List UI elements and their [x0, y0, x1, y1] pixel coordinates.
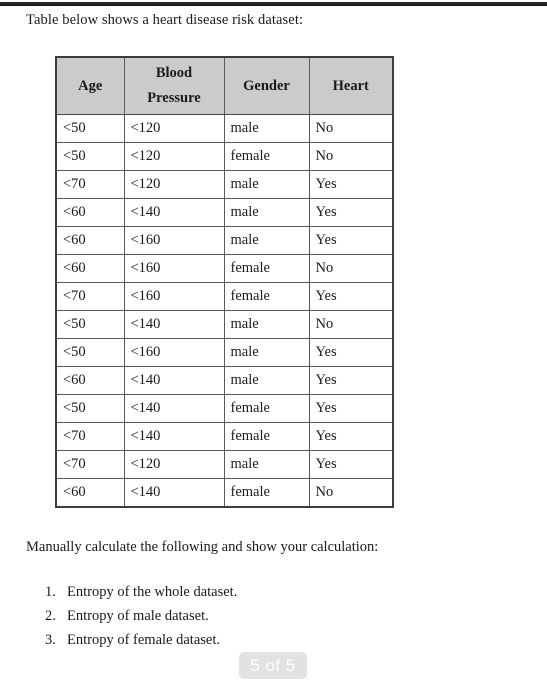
page-indicator: 5 of 5 — [239, 652, 307, 679]
cell-heart: No — [308, 114, 394, 143]
cell-heart: Yes — [308, 422, 394, 451]
cell-blood-pressure: <160 — [123, 226, 225, 255]
column-header-gender-line1: Gender — [243, 77, 290, 94]
cell-gender: female — [223, 142, 310, 171]
intro-paragraph: Table below shows a heart disease risk d… — [26, 12, 304, 28]
cell-age: <50 — [55, 310, 125, 339]
table-row: <50 <160 male Yes — [55, 338, 394, 367]
list-item: 2. Entropy of male dataset. — [26, 604, 237, 628]
cell-gender: female — [223, 254, 310, 283]
table-row: <50 <140 male No — [55, 310, 394, 339]
cell-age: <70 — [55, 170, 125, 199]
cell-gender: male — [223, 338, 310, 367]
cell-heart: Yes — [308, 366, 394, 395]
column-header-heart-line1: Heart — [332, 77, 369, 94]
cell-blood-pressure: <140 — [123, 366, 225, 395]
cell-heart: Yes — [308, 394, 394, 423]
cell-gender: female — [223, 478, 310, 508]
cell-heart: No — [308, 254, 394, 283]
table-row: <70 <120 male Yes — [55, 170, 394, 199]
cell-gender: male — [223, 366, 310, 395]
cell-age: <50 — [55, 142, 125, 171]
cell-heart: Yes — [308, 282, 394, 311]
cell-blood-pressure: <140 — [123, 198, 225, 227]
column-header-age: Age — [55, 56, 125, 115]
cell-gender: male — [223, 114, 310, 143]
column-header-heart: Heart — [308, 56, 394, 115]
cell-blood-pressure: <160 — [123, 338, 225, 367]
table-header-row: Age Blood Pressure Gender Heart — [55, 56, 394, 115]
question-list: 1. Entropy of the whole dataset. 2. Entr… — [26, 580, 237, 652]
list-item-number: 1. — [45, 584, 56, 600]
table-header: Age Blood Pressure Gender Heart — [55, 56, 394, 115]
cell-age: <60 — [55, 254, 125, 283]
cell-gender: male — [223, 170, 310, 199]
cell-blood-pressure: <140 — [123, 478, 225, 508]
cell-heart: Yes — [308, 338, 394, 367]
table-row: <70 <160 female Yes — [55, 282, 394, 311]
cell-gender: female — [223, 282, 310, 311]
cell-age: <60 — [55, 198, 125, 227]
instruction-paragraph: Manually calculate the following and sho… — [26, 539, 379, 555]
column-header-blood-pressure: Blood Pressure — [123, 56, 225, 115]
cell-gender: male — [223, 226, 310, 255]
cell-heart: No — [308, 310, 394, 339]
cell-gender: male — [223, 198, 310, 227]
table-row: <60 <160 female No — [55, 254, 394, 283]
cell-gender: male — [223, 310, 310, 339]
cell-gender: female — [223, 394, 310, 423]
table-row: <70 <140 female Yes — [55, 422, 394, 451]
cell-heart: No — [308, 478, 394, 508]
cell-heart: Yes — [308, 170, 394, 199]
cell-age: <60 — [55, 226, 125, 255]
cell-age: <70 — [55, 450, 125, 479]
cell-heart: Yes — [308, 450, 394, 479]
heart-disease-dataset-table: Age Blood Pressure Gender Heart <50 <120… — [55, 56, 394, 508]
cell-age: <50 — [55, 394, 125, 423]
table-body: <50 <120 male No <50 <120 female No <70 … — [55, 114, 394, 508]
cell-gender: male — [223, 450, 310, 479]
list-item-label: Entropy of the whole dataset. — [67, 584, 238, 600]
list-item-label: Entropy of male dataset. — [67, 608, 209, 624]
document-page: Table below shows a heart disease risk d… — [0, 0, 547, 700]
cell-blood-pressure: <160 — [123, 282, 225, 311]
cell-blood-pressure: <120 — [123, 170, 225, 199]
column-header-blood-pressure-line2: Pressure — [147, 90, 201, 106]
cell-gender: female — [223, 422, 310, 451]
cell-blood-pressure: <160 — [123, 254, 225, 283]
cell-age: <60 — [55, 366, 125, 395]
table-row: <50 <120 female No — [55, 142, 394, 171]
cell-blood-pressure: <120 — [123, 142, 225, 171]
cell-heart: No — [308, 142, 394, 171]
cell-age: <50 — [55, 114, 125, 143]
table-row: <60 <140 male Yes — [55, 198, 394, 227]
column-header-gender: Gender — [223, 56, 310, 115]
cell-heart: Yes — [308, 198, 394, 227]
list-item-number: 3. — [45, 632, 56, 648]
cell-age: <50 — [55, 338, 125, 367]
list-item-label: Entropy of female dataset. — [67, 632, 220, 648]
table-row: <60 <140 female No — [55, 478, 394, 508]
table-row: <60 <140 male Yes — [55, 366, 394, 395]
column-header-blood-pressure-line1: Blood — [155, 65, 193, 81]
cell-heart: Yes — [308, 226, 394, 255]
list-item: 3. Entropy of female dataset. — [26, 628, 237, 652]
cell-blood-pressure: <140 — [123, 394, 225, 423]
table-row: <50 <140 female Yes — [55, 394, 394, 423]
cell-blood-pressure: <140 — [123, 422, 225, 451]
table-row: <60 <160 male Yes — [55, 226, 394, 255]
table-row: <50 <120 male No — [55, 114, 394, 143]
cell-age: <60 — [55, 478, 125, 508]
cell-blood-pressure: <120 — [123, 450, 225, 479]
header-rule — [0, 2, 547, 6]
cell-age: <70 — [55, 422, 125, 451]
cell-blood-pressure: <140 — [123, 310, 225, 339]
list-item-number: 2. — [45, 608, 56, 624]
column-header-age-line1: Age — [78, 77, 103, 94]
table-row: <70 <120 male Yes — [55, 450, 394, 479]
list-item: 1. Entropy of the whole dataset. — [26, 580, 237, 604]
cell-blood-pressure: <120 — [123, 114, 225, 143]
cell-age: <70 — [55, 282, 125, 311]
